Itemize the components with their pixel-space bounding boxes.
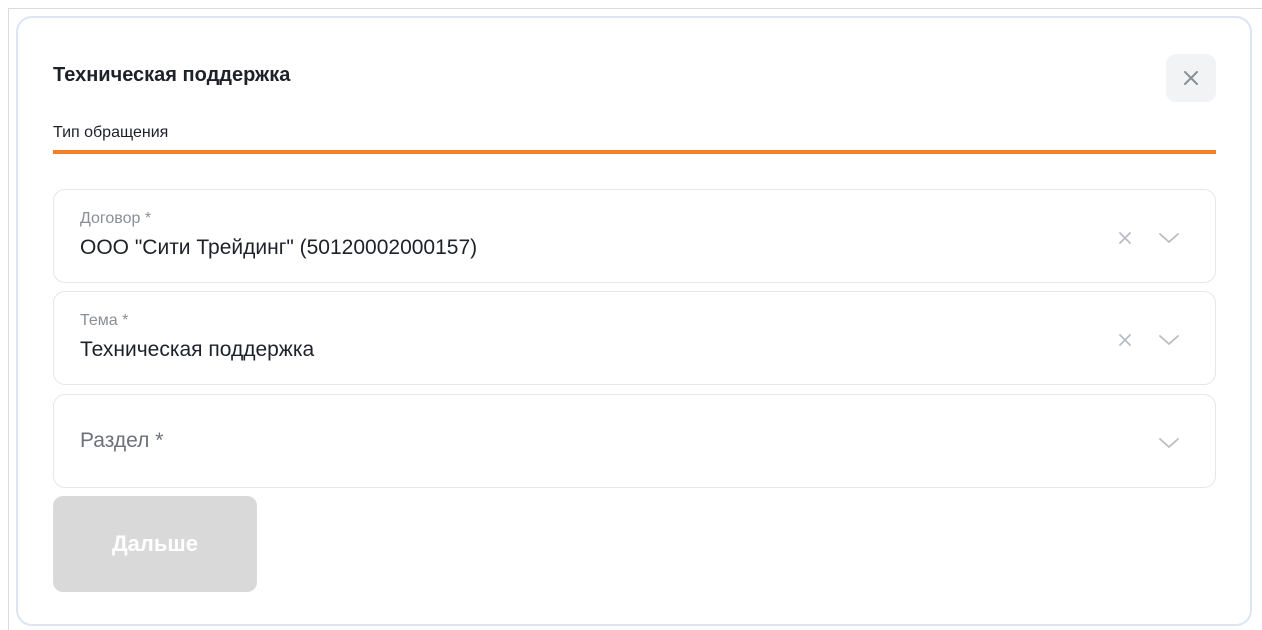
modal-title: Техническая поддержка [53,64,291,86]
topic-label: Тема * [80,312,129,329]
contract-label: Договор * [80,210,152,227]
close-button[interactable] [1166,54,1216,102]
clear-icon [1119,232,1131,244]
contract-clear-button[interactable] [1114,227,1136,249]
chevron-down-icon [1159,233,1179,243]
topic-expand-button[interactable] [1158,329,1180,351]
section-select[interactable]: Раздел * [53,394,1216,488]
topic-clear-button[interactable] [1114,329,1136,351]
step-tab-request-type: Тип обращения [53,124,1216,154]
chevron-down-icon [1159,335,1179,345]
contract-select[interactable]: Договор * ООО "Сити Трейдинг" (501200020… [53,189,1216,283]
section-label: Раздел * [80,429,164,452]
close-icon [1184,71,1198,85]
topic-value: Техническая поддержка [80,338,315,361]
step-tab-label: Тип обращения [53,124,169,141]
chevron-down-icon [1159,438,1179,448]
support-modal: Техническая поддержка Тип обращения Дого… [16,16,1252,626]
next-button[interactable]: Дальше [53,496,257,592]
topic-select[interactable]: Тема * Техническая поддержка [53,291,1216,385]
contract-value: ООО "Сити Трейдинг" (50120002000157) [80,236,478,259]
section-expand-button[interactable] [1158,432,1180,454]
contract-expand-button[interactable] [1158,227,1180,249]
clear-icon [1119,334,1131,346]
